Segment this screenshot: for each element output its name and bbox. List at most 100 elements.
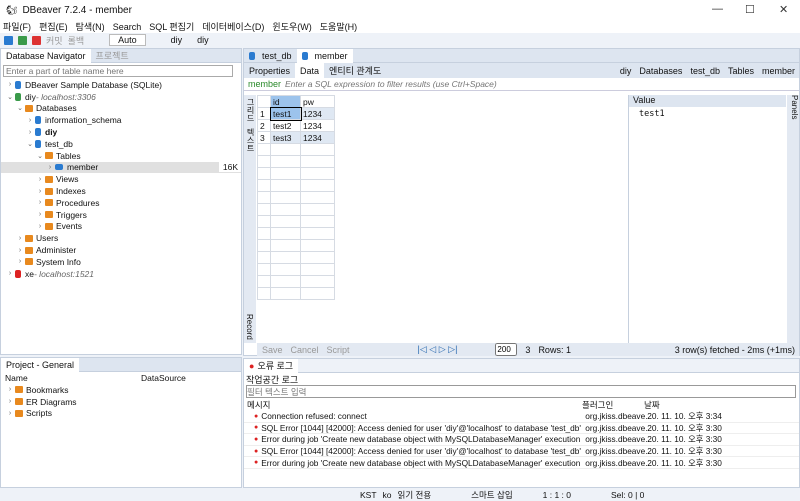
save-button[interactable]: Save xyxy=(262,345,283,355)
table-filter-input[interactable] xyxy=(3,65,233,77)
new-connection-icon[interactable] xyxy=(4,35,13,45)
menu-item[interactable]: SQL 편집기 xyxy=(149,20,194,33)
tree-node[interactable]: ⌄ Databases xyxy=(1,103,241,115)
side-tab[interactable]: Record xyxy=(244,311,255,343)
chevron-right-icon[interactable]: › xyxy=(35,176,45,183)
tree-node[interactable]: › Triggers xyxy=(1,209,241,221)
tab-database-navigator[interactable]: Database Navigator xyxy=(1,48,91,63)
tree-node[interactable]: › member 16K xyxy=(1,161,241,174)
breadcrumb-item[interactable]: diy xyxy=(620,66,632,76)
tree-node[interactable]: › Events xyxy=(1,221,241,233)
chevron-right-icon[interactable]: › xyxy=(5,270,15,277)
table-cell[interactable]: 1234 xyxy=(300,107,335,120)
project-item[interactable]: › ER Diagrams xyxy=(1,396,241,408)
sql-filter-input[interactable] xyxy=(285,79,616,89)
subtab[interactable]: 엔티티 관계도 xyxy=(324,63,386,78)
chevron-right-icon[interactable]: › xyxy=(25,117,35,124)
chevron-down-icon[interactable]: ⌄ xyxy=(25,140,35,148)
menu-item[interactable]: 편집(E) xyxy=(39,20,68,33)
tree-node[interactable]: › System Info xyxy=(1,256,241,268)
table-cell[interactable]: 1234 xyxy=(300,131,335,144)
chevron-down-icon[interactable]: ⌄ xyxy=(35,152,45,160)
tab-project[interactable]: 프로젝트 xyxy=(91,49,134,63)
row-count[interactable]: 3 xyxy=(525,345,530,355)
log-row[interactable]: ● SQL Error [1044] [42000]: Access denied… xyxy=(244,446,799,458)
chevron-right-icon[interactable]: › xyxy=(35,188,45,195)
menu-item[interactable]: 파일(F) xyxy=(3,20,31,33)
log-column-header[interactable]: 메시지 xyxy=(244,399,579,411)
chevron-right-icon[interactable]: › xyxy=(5,81,15,88)
row-number[interactable]: 2 xyxy=(257,119,271,132)
subtab[interactable]: Data xyxy=(295,63,325,78)
tree-node[interactable]: ⌄ diy - localhost:3306 xyxy=(1,91,241,103)
chevron-right-icon[interactable]: › xyxy=(35,223,45,230)
script-button[interactable]: Script xyxy=(327,345,350,355)
log-column-header[interactable]: 플러그인 xyxy=(579,399,641,411)
transaction-mode[interactable]: Auto xyxy=(109,34,146,46)
chevron-right-icon[interactable]: › xyxy=(45,164,55,171)
close-button[interactable]: ✕ xyxy=(779,3,788,16)
chevron-down-icon[interactable]: ⌄ xyxy=(5,93,15,101)
connection-selector[interactable]: diy xyxy=(171,35,183,45)
connect-icon[interactable] xyxy=(18,35,27,45)
log-row[interactable]: ● Error during job 'Create new database o… xyxy=(244,457,799,469)
panels-toggle[interactable]: Panels xyxy=(787,95,799,343)
tab-error-log[interactable]: ● 오류 로그 xyxy=(244,358,299,373)
table-cell[interactable]: test1 xyxy=(269,106,302,121)
chevron-down-icon[interactable]: ⌄ xyxy=(15,104,25,112)
tree-node[interactable]: ⌄ Tables xyxy=(1,150,241,162)
tree-node[interactable]: › DBeaver Sample Database (SQLite) xyxy=(1,79,241,91)
minimize-button[interactable]: — xyxy=(712,3,723,15)
menu-item[interactable]: 도움말(H) xyxy=(320,20,357,33)
schema-selector[interactable]: diy xyxy=(197,35,209,45)
breadcrumb-item[interactable]: member xyxy=(762,66,795,76)
editor-tab-test_db[interactable]: test_db xyxy=(244,49,297,63)
row-number[interactable]: 3 xyxy=(257,131,271,144)
row-number[interactable]: 1 xyxy=(257,107,271,120)
breadcrumb-item[interactable]: Databases xyxy=(639,66,682,76)
value-content[interactable]: test1 xyxy=(629,107,786,121)
tree-node[interactable]: › Users xyxy=(1,232,241,244)
tree-node[interactable]: › diy xyxy=(1,126,241,138)
log-column-header[interactable]: 날짜 xyxy=(641,399,791,411)
project-item[interactable]: › Bookmarks xyxy=(1,384,241,396)
tree-node[interactable]: › Procedures xyxy=(1,197,241,209)
subtab[interactable]: Properties xyxy=(244,63,295,78)
breadcrumb-item[interactable]: test_db xyxy=(690,66,720,76)
table-cell[interactable]: test2 xyxy=(270,119,301,132)
chevron-right-icon[interactable]: › xyxy=(15,258,25,265)
cancel-button[interactable]: Cancel xyxy=(291,345,319,355)
tree-node[interactable]: › information_schema xyxy=(1,114,241,126)
log-row[interactable]: ● SQL Error [1044] [42000]: Access denied… xyxy=(244,423,799,435)
tree-node[interactable]: › Views xyxy=(1,173,241,185)
chevron-right-icon[interactable]: › xyxy=(15,235,25,242)
disconnect-icon[interactable] xyxy=(32,35,41,45)
tree-node[interactable]: › Indexes xyxy=(1,185,241,197)
menu-item[interactable]: Search xyxy=(113,22,142,32)
breadcrumb-item[interactable]: Tables xyxy=(728,66,754,76)
rollback-button[interactable]: 롤백 xyxy=(68,34,85,47)
commit-button[interactable]: 커밋 xyxy=(46,34,63,47)
log-row[interactable]: ● Connection refused: connect org.jkiss.db… xyxy=(244,411,799,423)
maximize-button[interactable]: ☐ xyxy=(745,3,755,16)
tree-node[interactable]: › Administer xyxy=(1,244,241,256)
side-tab[interactable]: 텍스트 xyxy=(244,125,257,155)
log-row[interactable]: ● Error during job 'Create new database o… xyxy=(244,434,799,446)
table-cell[interactable]: 1234 xyxy=(300,119,335,132)
table-cell[interactable]: test3 xyxy=(270,131,301,144)
column-header-id[interactable]: id xyxy=(270,95,301,108)
side-tab[interactable]: 그리드 xyxy=(244,95,257,125)
tab-project-general[interactable]: Project - General xyxy=(1,357,80,372)
tree-node[interactable]: ⌄ test_db xyxy=(1,138,241,150)
menu-item[interactable]: 탐색(N) xyxy=(76,20,105,33)
editor-tab-member[interactable]: member xyxy=(296,48,353,63)
chevron-right-icon[interactable]: › xyxy=(35,199,45,206)
tree-node[interactable]: › xe - localhost:1521 xyxy=(1,268,241,280)
chevron-right-icon[interactable]: › xyxy=(25,129,35,136)
menu-item[interactable]: 윈도우(W) xyxy=(272,20,311,33)
chevron-right-icon[interactable]: › xyxy=(15,247,25,254)
log-filter-input[interactable] xyxy=(246,385,796,398)
menu-item[interactable]: 데이터베이스(D) xyxy=(202,20,264,33)
column-header-pw[interactable]: pw xyxy=(300,95,335,108)
fetch-size-input[interactable] xyxy=(495,343,518,356)
